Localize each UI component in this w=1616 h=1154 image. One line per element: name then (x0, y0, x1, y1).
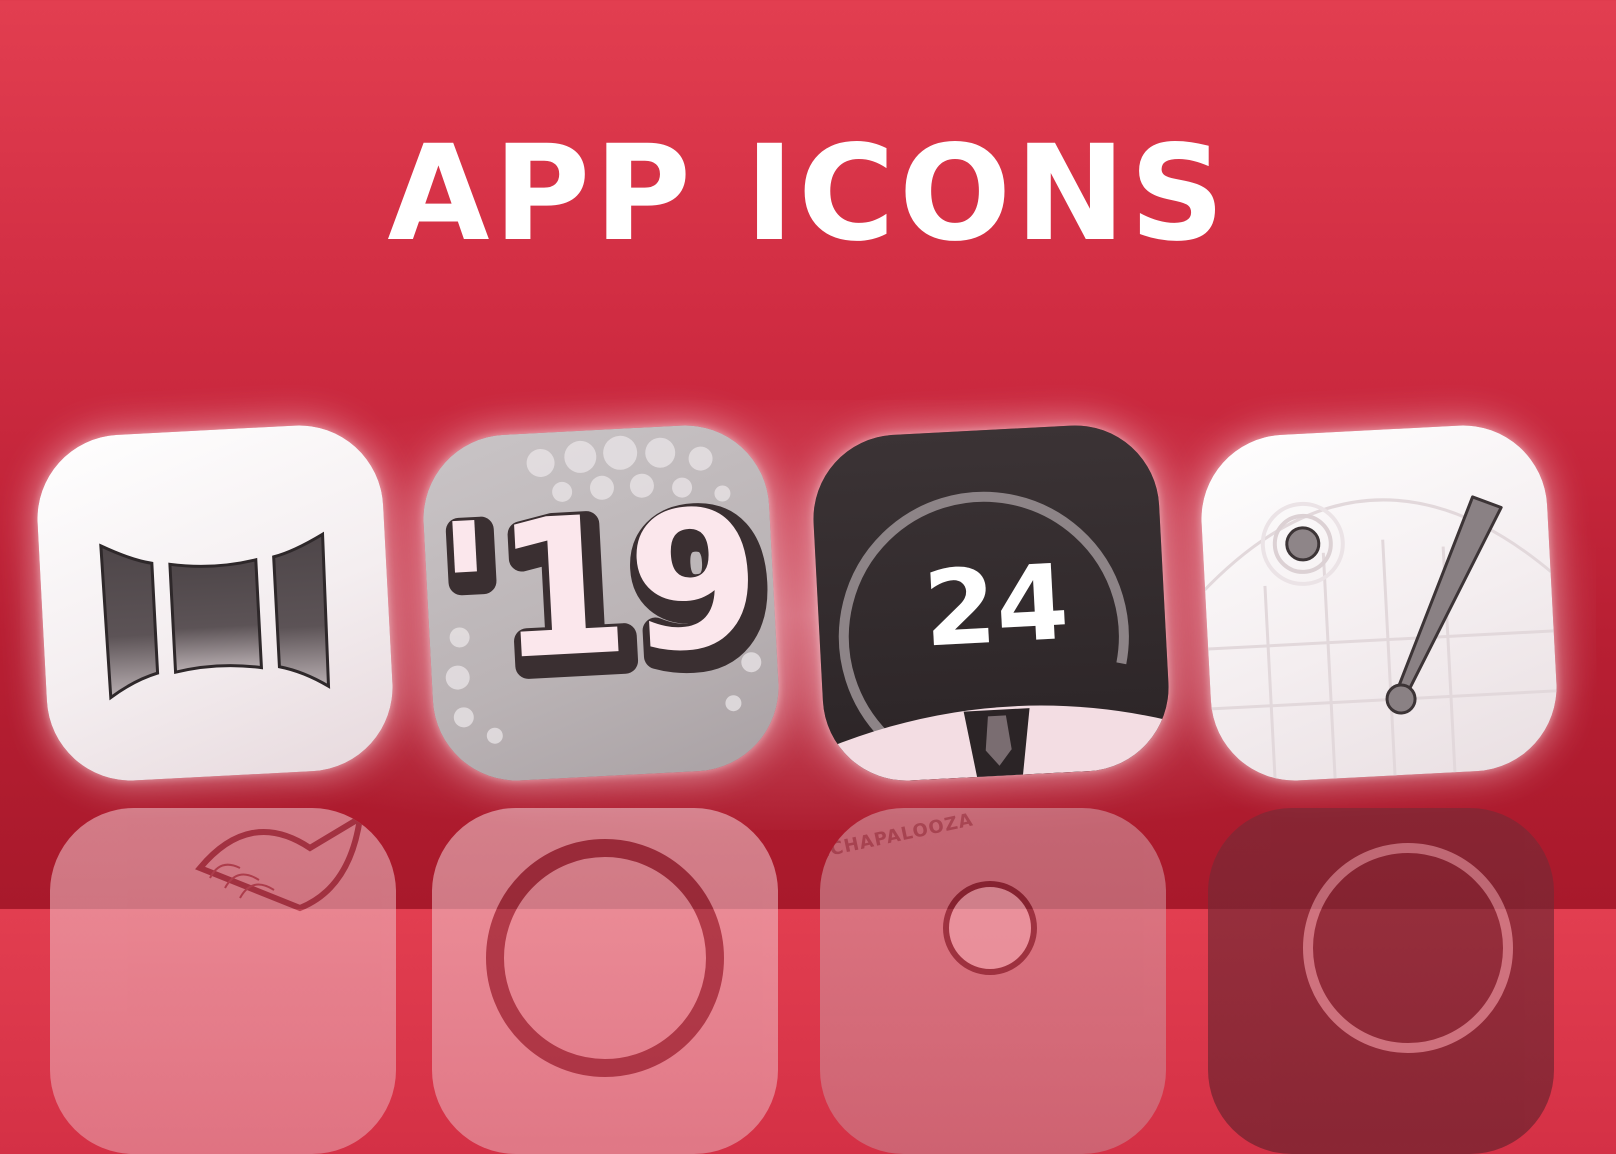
twenty-four-app-icon[interactable]: 24 (809, 421, 1173, 785)
reflection-icon-1 (50, 808, 396, 1154)
nineteen-app-icon[interactable]: '19 '19 (419, 421, 783, 785)
reflection-icon-4 (1208, 808, 1554, 1154)
svg-text:24: 24 (921, 541, 1072, 670)
ball-icon (943, 881, 1037, 975)
pattern-check-icon (195, 812, 364, 912)
twenty-four-icon: 24 (825, 491, 1173, 785)
number-nineteen-icon: '19 '19 (426, 464, 783, 728)
gauge-needle-icon (1197, 495, 1561, 782)
gauge-app-icon[interactable] (1197, 421, 1561, 785)
svg-text:'19: '19 (432, 468, 766, 706)
ring-icon (1303, 843, 1513, 1053)
reflection-icon-2 (432, 808, 778, 1154)
panorama-icon (99, 531, 331, 701)
ring-icon (486, 839, 724, 1077)
page-title: APP ICONS (387, 117, 1229, 271)
panorama-app-icon[interactable] (33, 421, 397, 785)
reflection-icon-3: TECHAPALOOZA (820, 808, 1166, 1154)
